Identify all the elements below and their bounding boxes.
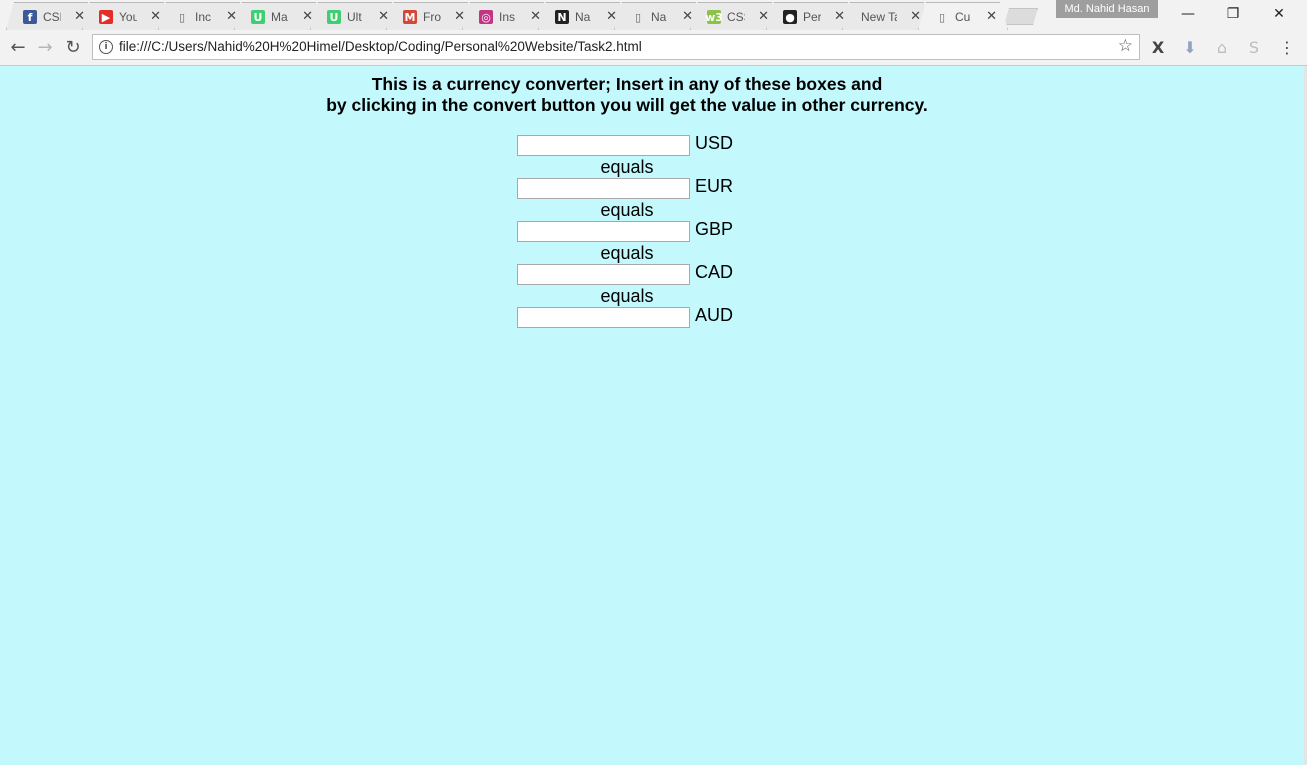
url-text[interactable]: file:///C:/Users/Nahid%20H%20Himel/Deskt… xyxy=(119,39,642,54)
tab-title: You xyxy=(119,10,137,24)
menu-icon[interactable]: ⋮ xyxy=(1276,37,1298,59)
tab-8[interactable]: ▯ Na ✕ xyxy=(614,2,704,30)
page-heading: This is a currency converter; Insert in … xyxy=(0,74,1254,116)
equals-label: equals xyxy=(600,157,654,177)
tab-title: Ult xyxy=(347,10,362,24)
restore-button[interactable]: ❐ xyxy=(1210,0,1256,28)
tab-2[interactable]: ▯ Inc ✕ xyxy=(158,2,248,30)
tab-title: Ins xyxy=(499,10,516,24)
udemy-icon: U xyxy=(251,10,265,24)
tab-title: Na xyxy=(575,10,591,24)
currency-row-gbp: GBP xyxy=(517,219,747,242)
download-extension-icon[interactable]: ⬇ xyxy=(1179,37,1201,59)
page-icon: ▯ xyxy=(938,10,946,24)
notion-icon: N xyxy=(555,10,569,24)
tab-close-icon[interactable]: ✕ xyxy=(682,9,693,24)
new-tab-button[interactable] xyxy=(1004,8,1038,25)
instagram-icon: ◎ xyxy=(479,10,493,24)
gmail-icon: M xyxy=(404,10,416,24)
tab-5[interactable]: M Fro ✕ xyxy=(386,2,476,30)
page-icon: ▯ xyxy=(634,10,642,24)
youtube-icon: ▶ xyxy=(99,10,113,24)
tab-close-icon[interactable]: ✕ xyxy=(606,9,617,24)
equals-label: equals xyxy=(600,243,654,263)
tab-1[interactable]: ▶ You ✕ xyxy=(82,2,172,30)
tab-close-icon[interactable]: ✕ xyxy=(910,9,921,24)
gbp-input[interactable] xyxy=(517,221,690,242)
address-bar[interactable]: i file:///C:/Users/Nahid%20H%20Himel/Des… xyxy=(92,34,1140,60)
back-button[interactable]: ← xyxy=(6,36,30,60)
pdf-extension-icon[interactable]: ⌂ xyxy=(1211,37,1233,59)
page-icon: ▯ xyxy=(178,10,186,24)
tab-10[interactable]: ● Per ✕ xyxy=(766,2,856,30)
tab-title: Inc xyxy=(195,10,212,24)
currency-converter: USD equals EUR equals GBP equals CAD equ… xyxy=(517,133,747,328)
tab-3[interactable]: U Ma ✕ xyxy=(234,2,324,30)
tab-11[interactable]: New Tab ✕ xyxy=(842,2,932,30)
tab-close-icon[interactable]: ✕ xyxy=(530,9,541,24)
w3schools-icon: w3 xyxy=(705,10,723,24)
currency-row-usd: USD xyxy=(517,133,747,156)
tab-title: Na xyxy=(651,10,667,24)
tab-close-icon[interactable]: ✕ xyxy=(454,9,465,24)
reload-button[interactable]: ↻ xyxy=(61,36,85,60)
tab-title: Fro xyxy=(423,10,441,24)
currency-row-eur: EUR xyxy=(517,176,747,199)
currency-label-cad: CAD xyxy=(695,262,734,282)
facebook-icon: f xyxy=(23,10,37,24)
tab-9[interactable]: w3 CSS ✕ xyxy=(690,2,780,30)
tab-close-icon[interactable]: ✕ xyxy=(302,9,313,24)
page-content: This is a currency converter; Insert in … xyxy=(0,66,1307,765)
tab-6[interactable]: ◎ Ins ✕ xyxy=(462,2,552,30)
tab-4[interactable]: U Ult ✕ xyxy=(310,2,400,30)
usd-input[interactable] xyxy=(517,135,690,156)
equals-label: equals xyxy=(600,200,654,220)
forward-button[interactable]: → xyxy=(33,36,57,60)
tab-close-icon[interactable]: ✕ xyxy=(986,9,997,24)
eur-input[interactable] xyxy=(517,178,690,199)
currency-row-cad: CAD xyxy=(517,262,747,285)
tab-title: Ma xyxy=(271,10,288,24)
cad-input[interactable] xyxy=(517,264,690,285)
profile-button[interactable]: Md. Nahid Hasan xyxy=(1056,0,1158,18)
tab-title: Per xyxy=(803,10,821,24)
tab-close-icon[interactable]: ✕ xyxy=(378,9,389,24)
tab-title: Cu xyxy=(955,10,971,24)
heading-line-1: This is a currency converter; Insert in … xyxy=(371,74,883,94)
tab-0[interactable]: f CSE ✕ xyxy=(6,2,96,30)
tab-close-icon[interactable]: ✕ xyxy=(226,9,237,24)
close-window-button[interactable]: ✕ xyxy=(1256,0,1302,28)
tab-strip: f CSE ✕ ▶ You ✕ ▯ Inc ✕ U Ma ✕ U Ult ✕ M Fro ✕ ◎ Ins ✕ N Na ✕ ▯ N… xyxy=(0,0,1307,30)
browser-toolbar: ← → ↻ i file:///C:/Users/Nahid%20H%20Him… xyxy=(0,30,1307,66)
currency-label-eur: EUR xyxy=(695,176,734,196)
tab-title: New Tab xyxy=(861,10,895,24)
tab-close-icon[interactable]: ✕ xyxy=(150,9,161,24)
currency-label-usd: USD xyxy=(695,133,734,153)
info-icon[interactable]: i xyxy=(99,40,113,54)
tab-7[interactable]: N Na ✕ xyxy=(538,2,628,30)
tab-title: CSE xyxy=(43,10,60,24)
currency-row-aud: AUD xyxy=(517,305,747,328)
star-icon[interactable]: ☆ xyxy=(1118,36,1133,56)
udemy-icon: U xyxy=(327,10,341,24)
currency-label-aud: AUD xyxy=(695,305,734,325)
extension-x-icon[interactable]: X xyxy=(1147,37,1169,59)
tab-close-icon[interactable]: ✕ xyxy=(834,9,845,24)
heading-line-2: by clicking in the convert button you wi… xyxy=(326,95,928,115)
equals-label: equals xyxy=(600,286,654,306)
aud-input[interactable] xyxy=(517,307,690,328)
tab-12[interactable]: ▯ Cu ✕ xyxy=(918,2,1008,30)
minimize-button[interactable]: — xyxy=(1165,0,1211,28)
github-icon: ● xyxy=(783,10,797,24)
tab-close-icon[interactable]: ✕ xyxy=(758,9,769,24)
skype-extension-icon[interactable]: S xyxy=(1243,37,1265,59)
currency-label-gbp: GBP xyxy=(695,219,734,239)
tab-title: CSS xyxy=(727,10,744,24)
tab-close-icon[interactable]: ✕ xyxy=(74,9,85,24)
